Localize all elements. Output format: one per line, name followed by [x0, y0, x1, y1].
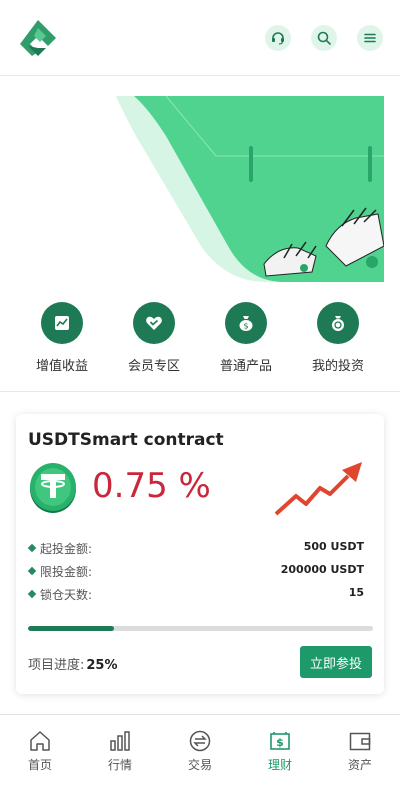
- quicknav-label: 我的投资: [311, 359, 364, 374]
- tab-label: 资产: [347, 758, 372, 772]
- menu-button[interactable]: [357, 25, 383, 51]
- bottom-tabbar: 首页 行情 交易 $ 理财 资产: [0, 714, 400, 800]
- progress-label: 项目进度: 25%: [28, 654, 118, 673]
- promo-banner[interactable]: [16, 96, 384, 282]
- coin-bag-icon: [317, 302, 359, 344]
- search-icon: [317, 31, 331, 45]
- tether-coin-icon: [30, 463, 76, 513]
- tab-label: 理财: [267, 758, 292, 772]
- quicknav-item-my-investment[interactable]: 我的投资: [292, 302, 384, 374]
- tab-finance[interactable]: $ 理财: [240, 729, 320, 773]
- svg-text:$: $: [243, 322, 248, 331]
- product-title: USDTSmart contract: [28, 430, 224, 450]
- progress-fill: [28, 626, 115, 631]
- diamond-bullet-icon: [27, 589, 37, 599]
- progress-value: 25%: [86, 658, 118, 673]
- return-rate: 0.75 %: [92, 466, 211, 506]
- chart-icon: [41, 302, 83, 344]
- menu-icon: [364, 33, 376, 43]
- quicknav-label: 增值收益: [35, 359, 88, 374]
- progress-label-text: 项目进度:: [28, 658, 85, 673]
- product-card[interactable]: USDTSmart contract 0.75 % 起投金额: 500 USDT…: [16, 414, 384, 694]
- trend-up-icon: [274, 462, 362, 516]
- detail-row-lock-days: 锁仓天数: 15: [27, 586, 364, 609]
- money-bag-icon: $: [225, 302, 267, 344]
- detail-value: 15: [348, 586, 364, 599]
- tab-home[interactable]: 首页: [0, 729, 80, 773]
- support-button[interactable]: [265, 25, 291, 51]
- quicknav-item-products[interactable]: $ 普通产品: [200, 302, 292, 374]
- detail-row-max-investment: 限投金额: 200000 USDT: [27, 563, 364, 586]
- svg-text:$: $: [276, 736, 284, 749]
- tab-trade[interactable]: 交易: [160, 729, 240, 773]
- detail-key: 起投金额:: [40, 542, 93, 556]
- tab-market[interactable]: 行情: [80, 729, 160, 773]
- app-header: [0, 0, 400, 76]
- quicknav-label: 普通产品: [219, 359, 272, 374]
- headset-icon: [272, 32, 284, 45]
- tab-label: 首页: [27, 758, 52, 772]
- detail-row-min-investment: 起投金额: 500 USDT: [27, 540, 364, 563]
- detail-value: 200000 USDT: [280, 563, 364, 576]
- exchange-icon: [189, 730, 211, 752]
- brand-logo[interactable]: [18, 18, 58, 58]
- home-icon: [30, 731, 50, 751]
- detail-key: 限投金额:: [40, 565, 93, 579]
- progress-bar: [28, 626, 373, 631]
- tab-label: 交易: [187, 758, 212, 772]
- invest-now-button[interactable]: 立即参投: [300, 646, 372, 678]
- quicknav-label: 会员专区: [127, 359, 180, 374]
- wallet-icon: [349, 732, 371, 751]
- diamond-bullet-icon: [27, 566, 37, 576]
- bars-icon: [110, 731, 130, 751]
- quick-nav: 增值收益 会员专区 $ 普通产品 我的投资: [0, 302, 400, 392]
- finance-icon: $: [270, 732, 290, 750]
- product-details: 起投金额: 500 USDT 限投金额: 200000 USDT 锁仓天数: 1…: [27, 540, 364, 609]
- heart-check-icon: [133, 302, 175, 344]
- detail-key: 锁仓天数:: [40, 588, 93, 602]
- detail-value: 500 USDT: [303, 540, 364, 553]
- banner-illustration: [16, 96, 384, 282]
- tab-label: 行情: [107, 758, 132, 772]
- search-button[interactable]: [311, 25, 337, 51]
- diamond-bullet-icon: [27, 543, 37, 553]
- quicknav-item-value-added[interactable]: 增值收益: [16, 302, 108, 374]
- tab-assets[interactable]: 资产: [320, 729, 400, 773]
- quicknav-item-member[interactable]: 会员专区: [108, 302, 200, 374]
